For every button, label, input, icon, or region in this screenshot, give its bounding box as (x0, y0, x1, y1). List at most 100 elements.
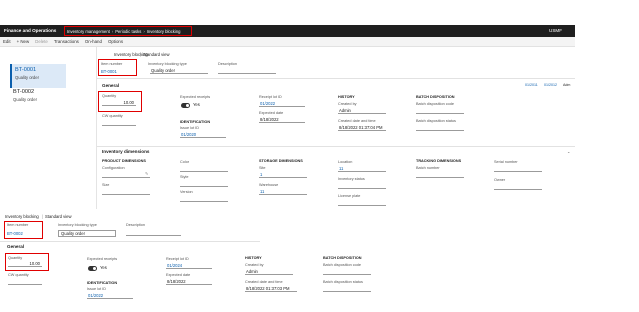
receipt-lot-field[interactable]: 01/2024 (166, 263, 212, 269)
batch-disposition-heading: BATCH DISPOSITION (416, 95, 455, 99)
app-title[interactable]: Finance and Operations (4, 28, 56, 33)
list-item[interactable]: BT-0002 Quality order (10, 86, 66, 110)
item-number-value[interactable]: BT-0002 (7, 231, 23, 236)
expected-date-label: Expected date (259, 111, 284, 115)
list-item[interactable]: BT-0001 Quality order (10, 64, 66, 88)
receipt-lot-label: Receipt lot ID (166, 257, 189, 261)
view-name: Inventory blocking (5, 214, 39, 219)
inventory-status-field[interactable] (338, 183, 386, 189)
header-ref-3: Adm (563, 83, 571, 87)
issue-lot-field[interactable]: 01/2022 (87, 293, 133, 299)
style-field[interactable] (180, 181, 228, 187)
warehouse-field[interactable]: 11 (259, 189, 307, 195)
transactions-button[interactable]: Transactions (54, 39, 79, 44)
expected-date-label: Expected date (166, 273, 191, 277)
breadcrumb-periodic-tasks[interactable]: Periodic tasks (115, 29, 141, 34)
created-datetime-field: 8/18/2022 01:37:04 PM (338, 125, 386, 131)
receipt-lot-field[interactable]: 01/2022 (259, 101, 305, 107)
created-datetime-label: Created date and time (245, 280, 283, 284)
on-hand-button[interactable]: On-hand (85, 39, 102, 44)
expected-receipts-toggle[interactable] (181, 103, 190, 108)
tracking-dimensions-heading: TRACKING DIMENSIONS (416, 159, 462, 163)
serial-number-field[interactable] (494, 166, 542, 172)
batch-disposition-heading: BATCH DISPOSITION (323, 256, 362, 260)
warehouse-label: Warehouse (259, 183, 279, 187)
blocking-type-label: Inventory blocking type (148, 62, 187, 66)
top-navigation-bar: Finance and Operations Inventory managem… (0, 25, 575, 37)
second-record-history: HISTORY Created by Admin Created date an… (243, 256, 393, 302)
record-list: BT-0001 Quality order BT-0002 Quality or… (0, 47, 97, 209)
item-number-label: Item number (7, 223, 29, 227)
license-plate-label: License plate (338, 194, 361, 198)
batch-status-label: Batch disposition status (323, 280, 363, 284)
configuration-field[interactable] (102, 172, 150, 178)
batch-code-field[interactable] (416, 108, 464, 114)
product-dimensions-heading: PRODUCT DIMENSIONS (102, 159, 146, 163)
options-button[interactable]: Options (108, 39, 123, 44)
action-pane: Edit + New Delete Transactions On-hand O… (0, 37, 575, 47)
header-ref-2[interactable]: 01/2012 (544, 83, 557, 87)
identification-heading: IDENTIFICATION (180, 120, 211, 124)
license-plate-field[interactable] (338, 200, 386, 206)
edit-button[interactable]: Edit (3, 39, 11, 44)
batch-status-field (416, 125, 464, 131)
general-section-title[interactable]: General (7, 244, 24, 249)
chevron-down-icon[interactable]: ⌄ (567, 149, 571, 154)
batch-status-label: Batch disposition status (416, 119, 456, 123)
expected-receipts-value: Yes (193, 102, 200, 107)
expected-receipts-toggle[interactable] (88, 266, 97, 271)
view-selector[interactable]: Standard view (45, 214, 72, 219)
blocking-type-field[interactable]: Quality order (150, 68, 208, 74)
created-by-field: Admin (338, 108, 386, 114)
location-label: Location (338, 160, 353, 164)
quantity-field[interactable]: 10.00 (8, 261, 42, 267)
expected-receipts-label: Expected receipts (180, 95, 211, 99)
location-field[interactable]: 11 (338, 166, 386, 172)
view-selector[interactable]: Standard view (143, 52, 170, 57)
batch-code-label: Batch disposition code (323, 263, 361, 267)
owner-field[interactable] (494, 184, 542, 190)
issue-lot-field[interactable]: 01/2020 (180, 132, 226, 138)
blocking-type-field[interactable]: Quality order (58, 230, 116, 237)
created-by-label: Created by (338, 102, 357, 106)
cw-quantity-field[interactable] (102, 120, 136, 126)
quantity-label: Quantity (102, 94, 117, 98)
version-field[interactable] (180, 196, 228, 202)
color-field[interactable] (180, 166, 228, 172)
version-label: Version (180, 190, 193, 194)
color-label: Color (180, 160, 190, 164)
header-ref-1[interactable]: 01/2011 (525, 83, 538, 87)
company-selector[interactable]: USMF (549, 28, 562, 33)
description-field[interactable] (126, 230, 181, 236)
delete-button[interactable]: Delete (35, 39, 48, 44)
batch-code-field[interactable] (323, 269, 371, 275)
item-number-value[interactable]: BT-0001 (101, 69, 117, 74)
expected-receipts-value: Yes (100, 265, 107, 270)
issue-lot-label: Issue lot ID (87, 287, 106, 291)
cw-quantity-field[interactable] (8, 279, 42, 285)
style-label: Style (180, 175, 189, 179)
size-field[interactable] (102, 189, 150, 195)
expected-date-field[interactable]: 8/18/2022 (166, 279, 212, 285)
created-datetime-label: Created date and time (338, 119, 376, 123)
description-label: Description (126, 223, 145, 227)
new-button[interactable]: + New (17, 39, 30, 44)
description-field[interactable] (218, 68, 276, 74)
owner-label: Owner (494, 178, 506, 182)
breadcrumb-inventory-blocking[interactable]: Inventory blocking (147, 29, 181, 34)
site-label: Site (259, 166, 266, 170)
general-section-title[interactable]: General (102, 83, 119, 88)
divider (97, 78, 575, 79)
second-record-snippet: Inventory blocking | Standard view Item … (0, 210, 260, 302)
description-label: Description (218, 62, 237, 66)
breadcrumb-inventory-management[interactable]: Inventory management (67, 29, 110, 34)
quantity-field[interactable]: 10.00 (102, 100, 136, 106)
created-by-label: Created by (245, 263, 264, 267)
site-field[interactable]: 1 (259, 172, 307, 178)
batch-number-field[interactable] (416, 172, 464, 178)
divider (97, 146, 575, 147)
inventory-dimensions-section-title[interactable]: Inventory dimensions (102, 149, 149, 154)
history-heading: HISTORY (245, 256, 262, 260)
expected-date-field[interactable]: 8/18/2022 (259, 117, 305, 123)
edit-icon[interactable]: ✎ (145, 171, 149, 176)
